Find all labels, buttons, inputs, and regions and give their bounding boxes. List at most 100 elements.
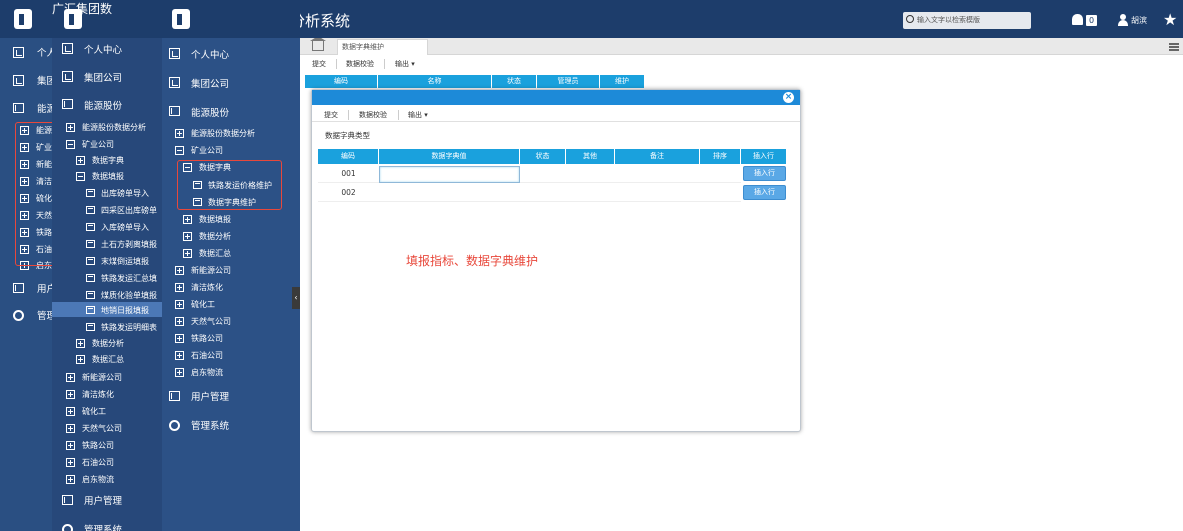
expand-icon[interactable] — [66, 373, 75, 382]
search-input[interactable]: 输入文字以检索模版 — [903, 12, 1031, 29]
expand-icon[interactable] — [66, 458, 75, 467]
users-icon — [13, 283, 24, 293]
tab-dictionary[interactable]: 数据字典维护 — [337, 39, 428, 55]
validate-button[interactable]: 数据校验 — [359, 110, 387, 120]
tree-item[interactable]: 天然气公司 — [191, 316, 231, 327]
tree-leaf[interactable]: 铁路发运明细表 — [101, 322, 157, 333]
expand-icon[interactable] — [175, 266, 184, 275]
tree-leaf[interactable]: 煤质化验单填报 — [101, 290, 157, 301]
insert-row-button[interactable]: 插入行 — [743, 185, 786, 200]
tree-leaf[interactable]: 土石方剥离填报 — [101, 239, 157, 250]
tree-item[interactable]: 数据汇总 — [199, 248, 231, 259]
sidebar-item-energy[interactable]: 能源 — [37, 101, 52, 115]
export-button[interactable]: 输出 ▾ — [408, 110, 428, 120]
expand-icon[interactable] — [175, 334, 184, 343]
tree-item[interactable]: 数据填报 — [199, 214, 231, 225]
collapse-icon[interactable] — [76, 172, 85, 181]
expand-icon[interactable] — [76, 355, 85, 364]
expand-icon[interactable] — [66, 123, 75, 132]
sidebar-item-admin[interactable]: 管理系统 — [84, 522, 122, 531]
toolbar-divider — [348, 110, 349, 120]
expand-icon[interactable] — [66, 441, 75, 450]
sidebar-item-group[interactable]: 集团 — [37, 73, 52, 87]
expand-icon[interactable] — [183, 249, 192, 258]
sidebar-item-energy[interactable]: 能源股份 — [84, 98, 122, 112]
expand-icon[interactable] — [175, 368, 184, 377]
user-icon[interactable] — [1118, 14, 1128, 26]
expand-icon[interactable] — [66, 407, 75, 416]
tree-item[interactable]: 硫化工 — [82, 406, 106, 417]
expand-icon[interactable] — [66, 475, 75, 484]
tree-item[interactable]: 矿业公司 — [191, 145, 223, 156]
tree-item[interactable]: 能源股份数据分析 — [82, 122, 146, 133]
tree-item[interactable]: 石油公司 — [191, 350, 223, 361]
insert-row-button[interactable]: 插入行 — [743, 166, 786, 181]
tree-leaf[interactable]: 四采区出库磅单 — [101, 205, 157, 216]
expand-icon[interactable] — [175, 283, 184, 292]
sidebar-item-personal[interactable]: 个人 — [37, 45, 52, 59]
validate-button[interactable]: 数据校验 — [346, 59, 374, 69]
column-header: 名称 — [378, 75, 492, 88]
sidebar-item-energy[interactable]: 能源股份 — [191, 105, 229, 119]
sidebar-item-group[interactable]: 集团公司 — [84, 70, 122, 84]
expand-icon[interactable] — [66, 390, 75, 399]
tree-item[interactable]: 数据字典 — [92, 155, 124, 166]
insert-row-label: 插入行 — [754, 188, 775, 196]
collapse-icon[interactable] — [175, 146, 184, 155]
gear-icon — [169, 420, 180, 431]
bell-icon[interactable] — [1072, 14, 1083, 25]
expand-icon[interactable] — [183, 215, 192, 224]
collapse-icon[interactable] — [66, 140, 75, 149]
tree-item[interactable]: 新能源公司 — [191, 265, 231, 276]
tree-item[interactable]: 数据汇总 — [92, 354, 124, 365]
sidebar-collapse-button[interactable]: ‹ — [292, 287, 300, 309]
highlight-box — [177, 160, 282, 210]
tree-item[interactable]: 启东物流 — [191, 367, 223, 378]
tree-item[interactable]: 石油公司 — [82, 457, 114, 468]
tree-leaf-selected[interactable]: 地销日报填报 — [101, 305, 149, 316]
menu-icon[interactable] — [1169, 43, 1179, 51]
expand-icon[interactable] — [175, 351, 184, 360]
sidebar-item-users[interactable]: 用户 — [37, 281, 52, 295]
tree-item[interactable]: 天然气公司 — [82, 423, 122, 434]
tree-item[interactable]: 清洁炼化 — [82, 389, 114, 400]
expand-icon[interactable] — [76, 339, 85, 348]
export-button[interactable]: 输出 ▾ — [395, 59, 415, 69]
sidebar-item-personal[interactable]: 个人中心 — [84, 42, 122, 56]
tree-item[interactable]: 能源股份数据分析 — [191, 128, 255, 139]
expand-icon[interactable] — [175, 129, 184, 138]
tree-item[interactable]: 数据填报 — [92, 171, 124, 182]
sidebar-item-admin[interactable]: 管理系统 — [191, 418, 229, 432]
tab-bar: 数据字典维护 — [300, 36, 1183, 55]
submit-button[interactable]: 提交 — [324, 110, 338, 120]
sidebar-item-group[interactable]: 集团公司 — [191, 76, 229, 90]
star-icon[interactable]: ★ — [1163, 10, 1177, 29]
tree-item[interactable]: 数据分析 — [199, 231, 231, 242]
close-icon[interactable]: × — [783, 92, 794, 103]
tree-item[interactable]: 新能源公司 — [82, 372, 122, 383]
user-name[interactable]: 胡滨 — [1131, 15, 1147, 26]
tree-leaf[interactable]: 入库磅单导入 — [101, 222, 149, 233]
tree-item[interactable]: 矿业公司 — [82, 139, 114, 150]
expand-icon[interactable] — [66, 424, 75, 433]
tree-item[interactable]: 铁路公司 — [191, 333, 223, 344]
tree-item[interactable]: 铁路公司 — [82, 440, 114, 451]
home-icon[interactable] — [310, 36, 326, 51]
expand-icon[interactable] — [175, 317, 184, 326]
expand-icon[interactable] — [183, 232, 192, 241]
tree-leaf[interactable]: 铁路发运汇总填 — [101, 273, 157, 284]
sidebar-item-users[interactable]: 用户管理 — [84, 493, 122, 507]
expand-icon[interactable] — [175, 300, 184, 309]
tree-item[interactable]: 数据分析 — [92, 338, 124, 349]
sidebar-item-admin[interactable]: 管理 — [37, 308, 52, 322]
dictionary-value-input[interactable] — [379, 166, 520, 183]
tree-item[interactable]: 硫化工 — [191, 299, 215, 310]
expand-icon[interactable] — [76, 156, 85, 165]
submit-button[interactable]: 提交 — [312, 59, 326, 69]
sidebar-item-personal[interactable]: 个人中心 — [191, 47, 229, 61]
tree-item[interactable]: 启东物流 — [82, 474, 114, 485]
sidebar-item-users[interactable]: 用户管理 — [191, 389, 229, 403]
tree-item[interactable]: 清洁炼化 — [191, 282, 223, 293]
tree-leaf[interactable]: 末煤倒运填报 — [101, 256, 149, 267]
tree-leaf[interactable]: 出库磅单导入 — [101, 188, 149, 199]
